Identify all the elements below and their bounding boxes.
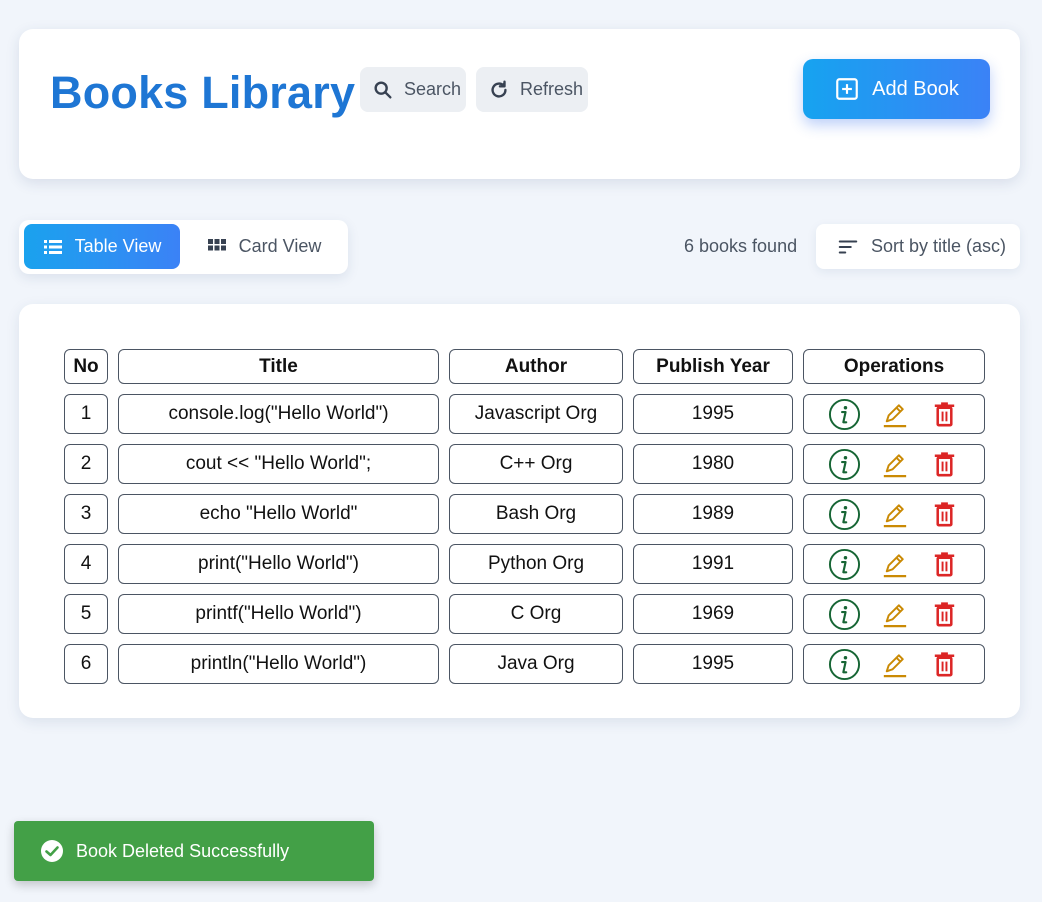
table-view-button[interactable]: Table View <box>24 224 180 269</box>
cell-title: console.log("Hello World") <box>118 394 439 434</box>
edit-icon[interactable] <box>878 498 911 531</box>
info-icon[interactable] <box>828 648 861 681</box>
delete-icon[interactable] <box>928 598 961 631</box>
edit-icon[interactable] <box>878 448 911 481</box>
success-toast: Book Deleted Successfully <box>14 821 374 881</box>
table-row: 6 println("Hello World") Java Org 1995 <box>64 644 985 684</box>
refresh-button-label: Refresh <box>520 79 584 99</box>
sort-icon <box>838 239 858 254</box>
info-icon[interactable] <box>828 498 861 531</box>
sort-button[interactable]: Sort by title (asc) <box>816 224 1020 269</box>
refresh-button[interactable]: Refresh <box>476 67 588 112</box>
page-title: Books Library <box>50 67 356 118</box>
add-book-button[interactable]: Add Book <box>803 59 990 119</box>
cell-title: println("Hello World") <box>118 644 439 684</box>
search-button[interactable]: Search <box>360 67 466 112</box>
table-row: 4 print("Hello World") Python Org 1991 <box>64 544 985 584</box>
books-table: No Title Author Publish Year Operations … <box>54 339 995 694</box>
edit-icon[interactable] <box>878 548 911 581</box>
card-view-button[interactable]: Card View <box>189 224 339 269</box>
header-no: No <box>64 349 108 384</box>
delete-icon[interactable] <box>928 448 961 481</box>
cell-no: 4 <box>64 544 108 584</box>
edit-icon[interactable] <box>878 598 911 631</box>
cell-no: 2 <box>64 444 108 484</box>
delete-icon[interactable] <box>928 548 961 581</box>
cell-author: Python Org <box>449 544 623 584</box>
cell-publish-year: 1980 <box>633 444 793 484</box>
cell-title: printf("Hello World") <box>118 594 439 634</box>
cell-author: Javascript Org <box>449 394 623 434</box>
card-view-label: Card View <box>238 236 322 256</box>
cell-author: Bash Org <box>449 494 623 534</box>
table-row: 2 cout << "Hello World"; C++ Org 1980 <box>64 444 985 484</box>
info-icon[interactable] <box>828 448 861 481</box>
cell-operations <box>803 594 985 634</box>
header-title: Title <box>118 349 439 384</box>
cell-publish-year: 1991 <box>633 544 793 584</box>
cell-no: 5 <box>64 594 108 634</box>
books-count: 6 books found <box>684 236 798 256</box>
delete-icon[interactable] <box>928 398 961 431</box>
cell-title: cout << "Hello World"; <box>118 444 439 484</box>
search-button-label: Search <box>404 79 462 99</box>
check-circle-icon <box>41 840 63 862</box>
info-icon[interactable] <box>828 548 861 581</box>
header-operations: Operations <box>803 349 985 384</box>
edit-icon[interactable] <box>878 398 911 431</box>
cell-author: C++ Org <box>449 444 623 484</box>
header-publish-year: Publish Year <box>633 349 793 384</box>
header-card: Books Library Search Refresh Add Book <box>19 29 1020 179</box>
cell-publish-year: 1995 <box>633 644 793 684</box>
sort-label: Sort by title (asc) <box>871 236 1007 256</box>
search-icon <box>374 80 392 99</box>
header-author: Author <box>449 349 623 384</box>
table-header-row: No Title Author Publish Year Operations <box>64 349 985 384</box>
edit-icon[interactable] <box>878 648 911 681</box>
refresh-icon <box>491 80 507 98</box>
cell-publish-year: 1969 <box>633 594 793 634</box>
cell-no: 1 <box>64 394 108 434</box>
table-row: 5 printf("Hello World") C Org 1969 <box>64 594 985 634</box>
info-icon[interactable] <box>828 598 861 631</box>
add-box-icon <box>836 78 858 100</box>
cell-no: 6 <box>64 644 108 684</box>
table-row: 1 console.log("Hello World") Javascript Or… <box>64 394 985 434</box>
cell-operations <box>803 494 985 534</box>
cell-publish-year: 1989 <box>633 494 793 534</box>
list-icon <box>43 239 62 254</box>
cell-author: C Org <box>449 594 623 634</box>
grid-icon <box>207 238 226 250</box>
cell-no: 3 <box>64 494 108 534</box>
cell-operations <box>803 394 985 434</box>
toast-message: Book Deleted Successfully <box>76 840 290 861</box>
books-table-card: No Title Author Publish Year Operations … <box>19 304 1020 718</box>
delete-icon[interactable] <box>928 648 961 681</box>
cell-author: Java Org <box>449 644 623 684</box>
cell-title: print("Hello World") <box>118 544 439 584</box>
cell-publish-year: 1995 <box>633 394 793 434</box>
cell-title: echo "Hello World" <box>118 494 439 534</box>
add-book-label: Add Book <box>872 77 959 100</box>
delete-icon[interactable] <box>928 498 961 531</box>
cell-operations <box>803 644 985 684</box>
cell-operations <box>803 444 985 484</box>
info-icon[interactable] <box>828 398 861 431</box>
cell-operations <box>803 544 985 584</box>
view-toggle: Table View Card View <box>19 220 348 274</box>
table-row: 3 echo "Hello World" Bash Org 1989 <box>64 494 985 534</box>
table-view-label: Table View <box>74 236 162 256</box>
